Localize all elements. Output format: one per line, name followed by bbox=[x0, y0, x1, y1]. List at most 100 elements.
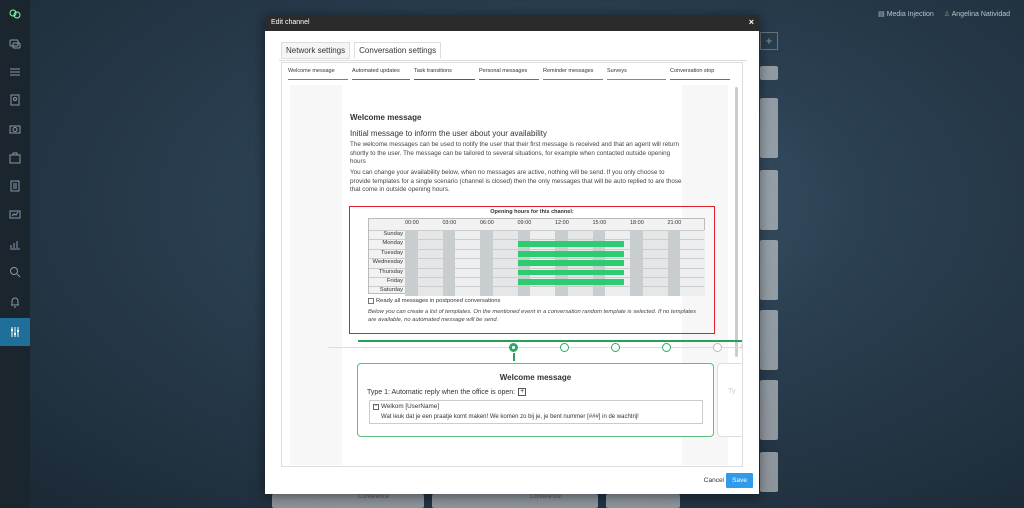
row-divider bbox=[369, 248, 704, 250]
chevron-right-icon[interactable]: › bbox=[740, 341, 742, 352]
subtab-surveys[interactable]: Surveys bbox=[607, 67, 670, 80]
open-hours-bar-monday[interactable] bbox=[517, 241, 624, 248]
subtab-conversation-stop[interactable]: Conversation stop bbox=[670, 67, 734, 80]
modal-footer: Cancel Save bbox=[265, 470, 759, 494]
background-card bbox=[760, 240, 778, 300]
contact-icon[interactable] bbox=[7, 92, 23, 108]
search-icon[interactable] bbox=[7, 264, 23, 280]
cancel-button[interactable]: Cancel bbox=[704, 477, 724, 484]
step-4[interactable] bbox=[662, 343, 671, 352]
welcome-message-card: Welcome message Type 1: Automatic reply … bbox=[357, 363, 714, 437]
card-title: Welcome message bbox=[499, 373, 572, 382]
hour-label: 15:00 bbox=[592, 220, 607, 226]
tab-divider bbox=[279, 60, 747, 61]
subtab-label: Reminder messages bbox=[543, 68, 594, 74]
day-label-thursday: Thursday bbox=[378, 268, 403, 275]
step-3[interactable] bbox=[611, 343, 620, 352]
subtab-personal-messages[interactable]: Personal messages bbox=[479, 67, 543, 80]
modal-header: Edit channel × bbox=[265, 15, 759, 31]
subtab-bar: Welcome message Automated updates Task tra… bbox=[288, 67, 734, 81]
opening-hours-title: Opening hours for this channel: bbox=[490, 209, 574, 215]
description-paragraph-1: The welcome messages can be used to noti… bbox=[350, 141, 680, 165]
document-icon[interactable] bbox=[7, 178, 23, 194]
topbar-right: ▤ Media Injection ♙ Angelina Natividad bbox=[878, 10, 1010, 18]
subtab-underline bbox=[288, 78, 348, 80]
message-stepper: › bbox=[328, 335, 742, 365]
hour-label: 18:00 bbox=[630, 220, 644, 226]
content-area: Welcome message Initial message to infor… bbox=[290, 85, 742, 465]
opening-hours-grid[interactable]: 00:00 03:00 06:00 09:00 12:00 15:00 18:00 21:00… bbox=[368, 218, 705, 296]
step-5[interactable] bbox=[713, 343, 722, 352]
chat-icon[interactable] bbox=[7, 36, 23, 52]
next-card-text: Ty bbox=[728, 388, 736, 395]
background-card bbox=[760, 452, 778, 492]
background-card bbox=[760, 170, 778, 230]
postponed-checkbox[interactable]: Ready all messages in postponed conversa… bbox=[368, 298, 500, 304]
subtab-label: Conversation stop bbox=[670, 68, 715, 74]
tab-conversation-settings[interactable]: Conversation settings bbox=[354, 42, 442, 59]
background-card-label: Conference bbox=[530, 494, 562, 500]
monitor-icon[interactable] bbox=[7, 207, 23, 223]
left-sidebar bbox=[0, 0, 30, 508]
row-divider bbox=[369, 286, 704, 288]
camera-icon[interactable] bbox=[7, 121, 23, 137]
save-button[interactable]: Save bbox=[726, 473, 753, 488]
subtab-underline bbox=[414, 78, 475, 80]
add-column-button[interactable]: + bbox=[760, 32, 778, 50]
templates-note: Below you can create a list of templates… bbox=[368, 309, 697, 323]
day-label-wednesday: Wednesday bbox=[372, 259, 403, 266]
media-injection-link[interactable]: ▤ Media Injection bbox=[878, 10, 934, 18]
hour-label: 00:00 bbox=[405, 220, 419, 226]
description-paragraph-2: You can change your availability below, … bbox=[350, 169, 682, 193]
briefcase-icon[interactable] bbox=[7, 150, 23, 166]
background-card bbox=[432, 494, 598, 508]
tab-network-settings[interactable]: Network settings bbox=[281, 42, 351, 59]
user-name: Angelina Natividad bbox=[951, 11, 1010, 18]
row-divider bbox=[369, 277, 704, 278]
day-label-sunday: Sunday bbox=[383, 231, 403, 237]
subtab-underline bbox=[479, 78, 539, 80]
background-card-label: Conference bbox=[358, 494, 390, 500]
settings-icon[interactable] bbox=[0, 318, 30, 346]
hour-label: 06:00 bbox=[480, 220, 494, 226]
template-item: - Welkom [UserName] Wat leuk dat je een … bbox=[369, 400, 703, 424]
type-label: Type 1: Automatic reply when the office … bbox=[367, 388, 516, 396]
next-message-card[interactable]: Ty bbox=[717, 363, 742, 437]
step-1[interactable] bbox=[509, 343, 518, 352]
collapse-icon[interactable]: - bbox=[373, 403, 379, 410]
subtab-welcome-message[interactable]: Welcome message bbox=[288, 67, 352, 80]
user-icon: ♙ bbox=[943, 11, 951, 18]
subtab-automated-updates[interactable]: Automated updates bbox=[352, 67, 414, 80]
template-header[interactable]: - Welkom [UserName] bbox=[373, 403, 439, 410]
stepper-track bbox=[328, 347, 742, 348]
list-icon[interactable] bbox=[7, 64, 23, 80]
subtab-label: Surveys bbox=[607, 68, 627, 74]
scrollbar[interactable] bbox=[735, 87, 738, 357]
open-hours-bar-thursday[interactable] bbox=[517, 269, 624, 276]
open-hours-bar-friday[interactable] bbox=[517, 279, 624, 285]
modal-title: Edit channel bbox=[271, 19, 310, 26]
background-card bbox=[760, 98, 778, 158]
open-hours-bar-tuesday[interactable] bbox=[517, 250, 624, 257]
checkbox-box[interactable] bbox=[368, 298, 374, 304]
step-2[interactable] bbox=[560, 343, 569, 352]
chart-icon[interactable] bbox=[7, 236, 23, 252]
subtab-reminder-messages[interactable]: Reminder messages bbox=[543, 67, 607, 80]
subtab-label: Personal messages bbox=[479, 68, 528, 74]
template-body: Wat leuk dat je een praatje komt maken! … bbox=[381, 414, 639, 420]
open-hours-bar-wednesday[interactable] bbox=[517, 260, 624, 267]
type-line: Type 1: Automatic reply when the office … bbox=[367, 388, 527, 396]
close-icon[interactable]: × bbox=[749, 17, 754, 27]
bell-icon[interactable] bbox=[7, 294, 23, 310]
add-template-icon[interactable]: + bbox=[518, 388, 527, 396]
conversation-settings-panel: Welcome message Automated updates Task tra… bbox=[281, 62, 743, 467]
subtab-underline bbox=[607, 78, 666, 80]
background-card bbox=[606, 494, 680, 508]
step-connector bbox=[513, 353, 515, 361]
subtab-underline bbox=[670, 78, 730, 80]
subtab-task-transitions[interactable]: Task transitions bbox=[414, 67, 479, 80]
user-menu[interactable]: ♙ Angelina Natividad bbox=[944, 10, 1010, 18]
logo-icon[interactable] bbox=[7, 6, 23, 22]
checkbox-label: Ready all messages in postponed conversa… bbox=[376, 298, 501, 304]
row-divider bbox=[369, 239, 704, 241]
